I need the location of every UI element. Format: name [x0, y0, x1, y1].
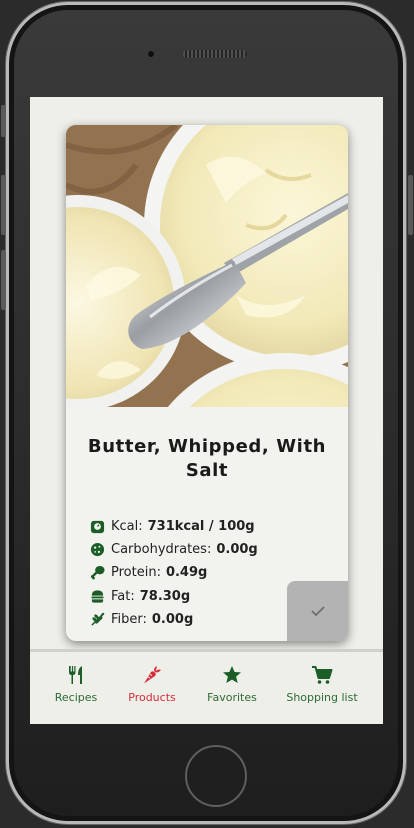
carrot-icon — [144, 666, 161, 684]
wheat-icon — [91, 612, 105, 626]
utensils-icon — [69, 666, 82, 684]
nav-item-shopping-list[interactable]: Shopping list — [280, 665, 364, 704]
home-button[interactable] — [185, 745, 247, 807]
volume-down-button — [1, 250, 6, 310]
earpiece-speaker — [183, 50, 247, 58]
bottom-navigation: Recipes Products Favorites Shopping list — [30, 649, 383, 724]
nutrition-label: Kcal: — [111, 519, 143, 535]
volume-up-button — [1, 175, 6, 235]
star-icon — [223, 666, 241, 683]
nutrition-label: Fiber: — [111, 611, 147, 627]
nutrition-label: Protein: — [111, 565, 161, 581]
nutrition-label: Carbohydrates: — [111, 542, 212, 558]
mute-switch — [1, 105, 6, 137]
nutrition-value: 78.30g — [139, 588, 191, 604]
nutrition-value: 0.00g — [216, 542, 258, 558]
nutrition-value: 0.00g — [151, 611, 194, 627]
drumstick-icon — [90, 566, 105, 580]
power-button — [408, 175, 413, 235]
product-image — [66, 125, 348, 407]
app-screen: Butter, Whipped, With Salt Kcal: 731kcal … — [30, 97, 383, 724]
nav-label: Products — [128, 691, 176, 704]
burger-icon — [91, 590, 104, 603]
nutrition-row-fat: Fat: 78.30g — [90, 585, 258, 608]
product-card: Butter, Whipped, With Salt Kcal: 731kcal … — [66, 125, 348, 641]
nutrition-list: Kcal: 731kcal / 100g Carbohydrates: 0.00g … — [90, 515, 258, 631]
nutrition-row-carbohydrates: Carbohydrates: 0.00g — [90, 538, 258, 561]
nutrition-row-protein: Protein: 0.49g — [90, 561, 258, 584]
nav-item-favorites[interactable]: Favorites — [202, 665, 262, 704]
add-to-list-button[interactable] — [287, 581, 348, 641]
nutrition-row-fiber: Fiber: 0.00g — [90, 608, 258, 631]
cart-icon — [312, 666, 333, 684]
nav-label: Shopping list — [286, 691, 358, 704]
nav-item-products[interactable]: Products — [122, 665, 182, 704]
product-title: Butter, Whipped, With Salt — [87, 436, 327, 481]
scale-icon — [90, 520, 105, 534]
nutrition-value: 731kcal / 100g — [147, 519, 255, 535]
nav-label: Favorites — [207, 691, 257, 704]
nav-label: Recipes — [54, 691, 98, 704]
nav-item-recipes[interactable]: Recipes — [48, 665, 104, 704]
cookie-icon — [90, 543, 105, 557]
nutrition-label: Fat: — [111, 588, 135, 604]
check-icon — [310, 606, 325, 617]
nutrition-row-kcal: Kcal: 731kcal / 100g — [90, 515, 258, 538]
front-camera — [147, 50, 155, 58]
nutrition-value: 0.49g — [165, 565, 208, 581]
